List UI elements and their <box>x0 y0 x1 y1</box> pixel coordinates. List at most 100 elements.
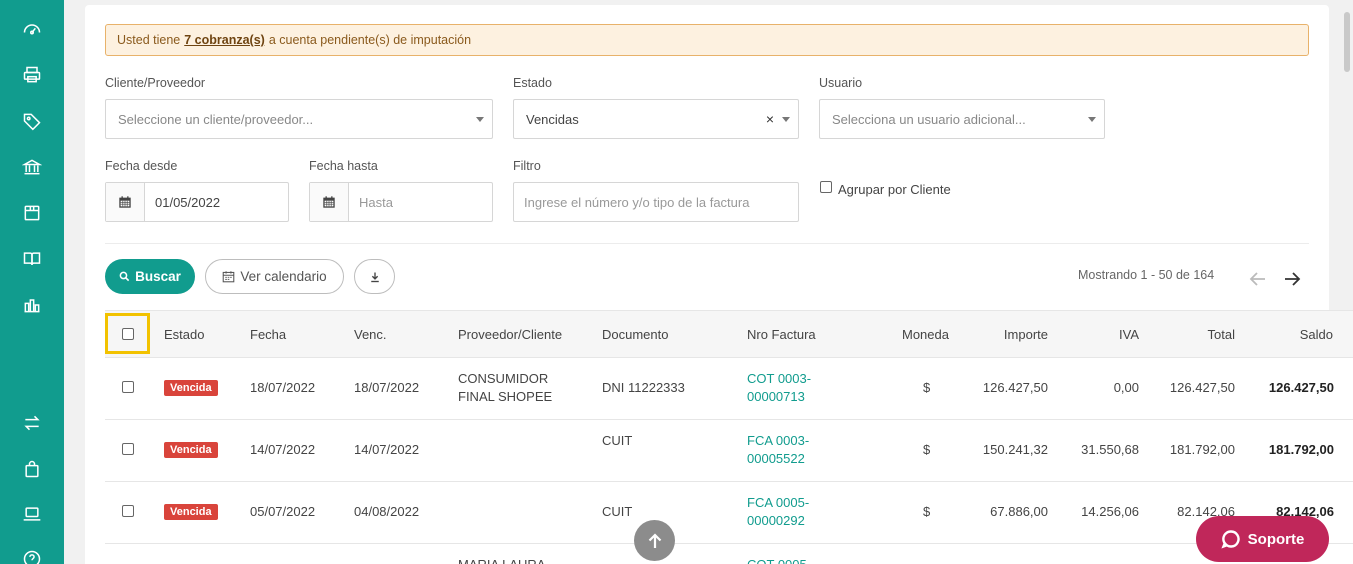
cliente-select[interactable]: Seleccione un cliente/proveedor... <box>105 99 493 139</box>
estado-value: Vencidas <box>526 111 579 127</box>
agrupar-label[interactable]: Agrupar por Cliente <box>838 182 951 197</box>
cell-documento: CUIT <box>602 504 633 519</box>
cell-nro-factura-line2[interactable]: 00000292 <box>747 512 805 530</box>
transfer-icon[interactable] <box>20 411 44 435</box>
ver-calendario-button[interactable]: Ver calendario <box>205 259 344 294</box>
divider <box>105 243 1309 244</box>
dashboard-icon[interactable] <box>20 18 44 42</box>
row-checkbox[interactable] <box>122 505 134 517</box>
scroll-to-top-button[interactable] <box>634 520 675 561</box>
cell-proveedor-line1: MARIA LAURA <box>458 556 545 564</box>
cell-fecha: 05/07/2022 <box>250 504 316 519</box>
cell-proveedor-line1: CONSUMIDOR <box>458 371 549 386</box>
cell-nro-factura-line2[interactable]: 00005522 <box>747 450 805 468</box>
pagination-info: Mostrando 1 - 50 de 164 <box>1078 268 1215 282</box>
cell-nro-factura-line1[interactable]: COT 0005- <box>747 556 811 564</box>
help-icon[interactable] <box>20 547 44 564</box>
usuario-label: Usuario <box>819 76 863 90</box>
col-total[interactable]: Total <box>1135 327 1235 342</box>
scrollbar-thumb[interactable] <box>1344 12 1350 72</box>
cell-importe: 150.241,32 <box>982 442 1048 457</box>
estado-label: Estado <box>513 76 552 90</box>
alert-suffix: a cuenta pendiente(s) de imputación <box>268 33 472 47</box>
cell-moneda: $ <box>923 442 931 457</box>
bank-icon[interactable] <box>20 155 44 179</box>
calendar-icon[interactable] <box>310 183 349 221</box>
pending-collections-alert: Usted tiene 7 cobranza(s) a cuenta pendi… <box>105 24 1309 56</box>
calendar-icon <box>223 271 235 283</box>
cell-total: 126.427,50 <box>1169 380 1235 395</box>
status-badge: Vencida <box>164 442 218 458</box>
arrow-up-icon <box>648 532 661 548</box>
box-icon[interactable] <box>20 201 44 225</box>
cell-iva: 0,00 <box>1113 380 1139 395</box>
fecha-hasta-placeholder: Hasta <box>359 194 393 210</box>
filtro-label: Filtro <box>513 159 541 173</box>
cell-proveedor-line2: FINAL SHOPEE <box>458 389 553 404</box>
laptop-icon[interactable] <box>20 502 44 526</box>
cliente-label: Cliente/Proveedor <box>105 76 206 90</box>
book-icon[interactable] <box>20 247 44 271</box>
table-header: Estado Fecha Venc. Proveedor/Cliente Doc… <box>105 310 1353 358</box>
cell-importe: 67.886,00 <box>990 504 1048 519</box>
cell-saldo: 126.427,50 <box>1268 380 1334 395</box>
col-estado[interactable]: Estado <box>164 327 204 342</box>
col-importe[interactable]: Importe <box>948 327 1048 342</box>
fecha-desde-label: Fecha desde <box>105 159 178 173</box>
cell-nro-factura-line1[interactable]: FCA 0003- <box>747 432 809 450</box>
clear-icon[interactable]: × <box>766 111 774 127</box>
download-icon <box>370 272 379 282</box>
shopping-bag-icon[interactable] <box>20 457 44 481</box>
fecha-hasta-input[interactable]: Hasta <box>309 182 493 222</box>
col-proveedor[interactable]: Proveedor/Cliente <box>458 327 562 342</box>
alert-prefix: Usted tiene <box>117 33 181 47</box>
filtro-input[interactable]: Ingrese el número y/o tipo de la factura <box>513 182 799 222</box>
soporte-label: Soporte <box>1247 530 1305 548</box>
chevron-down-icon <box>782 117 790 122</box>
agrupar-checkbox[interactable] <box>820 181 832 193</box>
col-saldo[interactable]: Saldo <box>1233 327 1333 342</box>
col-iva[interactable]: IVA <box>1039 327 1139 342</box>
fecha-desde-input[interactable]: 01/05/2022 <box>105 182 289 222</box>
cell-nro-factura-line2[interactable]: 00000713 <box>747 388 805 406</box>
cell-iva: 14.256,06 <box>1081 504 1139 519</box>
cell-documento: CUIT <box>602 433 633 448</box>
usuario-select[interactable]: Selecciona un usuario adicional... <box>819 99 1105 139</box>
arrow-right-icon[interactable] <box>1283 270 1301 288</box>
soporte-button[interactable]: Soporte <box>1196 516 1329 562</box>
usuario-placeholder: Selecciona un usuario adicional... <box>832 111 1026 127</box>
cell-nro-factura-line1[interactable]: COT 0003- <box>747 370 811 388</box>
cell-venc: 18/07/2022 <box>354 380 420 395</box>
col-nro-factura[interactable]: Nro Factura <box>747 327 816 342</box>
table-row[interactable]: MARIA LAURA COT 0005- <box>105 544 1353 564</box>
sidebar <box>0 0 64 564</box>
cell-importe: 126.427,50 <box>982 380 1048 395</box>
cell-fecha: 18/07/2022 <box>250 380 316 395</box>
cell-moneda: $ <box>923 380 931 395</box>
download-button[interactable] <box>354 259 395 294</box>
printer-icon[interactable] <box>20 63 44 87</box>
table-row[interactable]: Vencida 14/07/2022 14/07/2022 CUIT FCA 0… <box>105 420 1353 482</box>
row-checkbox[interactable] <box>122 381 134 393</box>
estado-select[interactable]: Vencidas × <box>513 99 799 139</box>
chevron-down-icon <box>476 117 484 122</box>
col-venc[interactable]: Venc. <box>354 327 387 342</box>
col-fecha[interactable]: Fecha <box>250 327 286 342</box>
cell-venc: 14/07/2022 <box>354 442 420 457</box>
calendar-icon[interactable] <box>106 183 145 221</box>
table-row[interactable]: Vencida 18/07/2022 18/07/2022 CONSUMIDOR… <box>105 358 1353 420</box>
col-moneda[interactable]: Moneda <box>902 327 949 342</box>
col-documento[interactable]: Documento <box>602 327 668 342</box>
bar-chart-icon[interactable] <box>20 293 44 317</box>
fecha-desde-value: 01/05/2022 <box>155 194 221 210</box>
chevron-down-icon <box>1088 117 1096 122</box>
cell-iva: 31.550,68 <box>1081 442 1139 457</box>
buscar-button[interactable]: Buscar <box>105 259 195 294</box>
alert-collections-link[interactable]: 7 cobranza(s) <box>184 33 265 47</box>
cell-nro-factura-line1[interactable]: FCA 0005- <box>747 494 809 512</box>
table-row[interactable]: Vencida 05/07/2022 04/08/2022 CUIT FCA 0… <box>105 482 1353 544</box>
row-checkbox[interactable] <box>122 443 134 455</box>
status-badge: Vencida <box>164 380 218 396</box>
tag-icon[interactable] <box>20 109 44 133</box>
arrow-left-icon[interactable] <box>1249 270 1267 288</box>
